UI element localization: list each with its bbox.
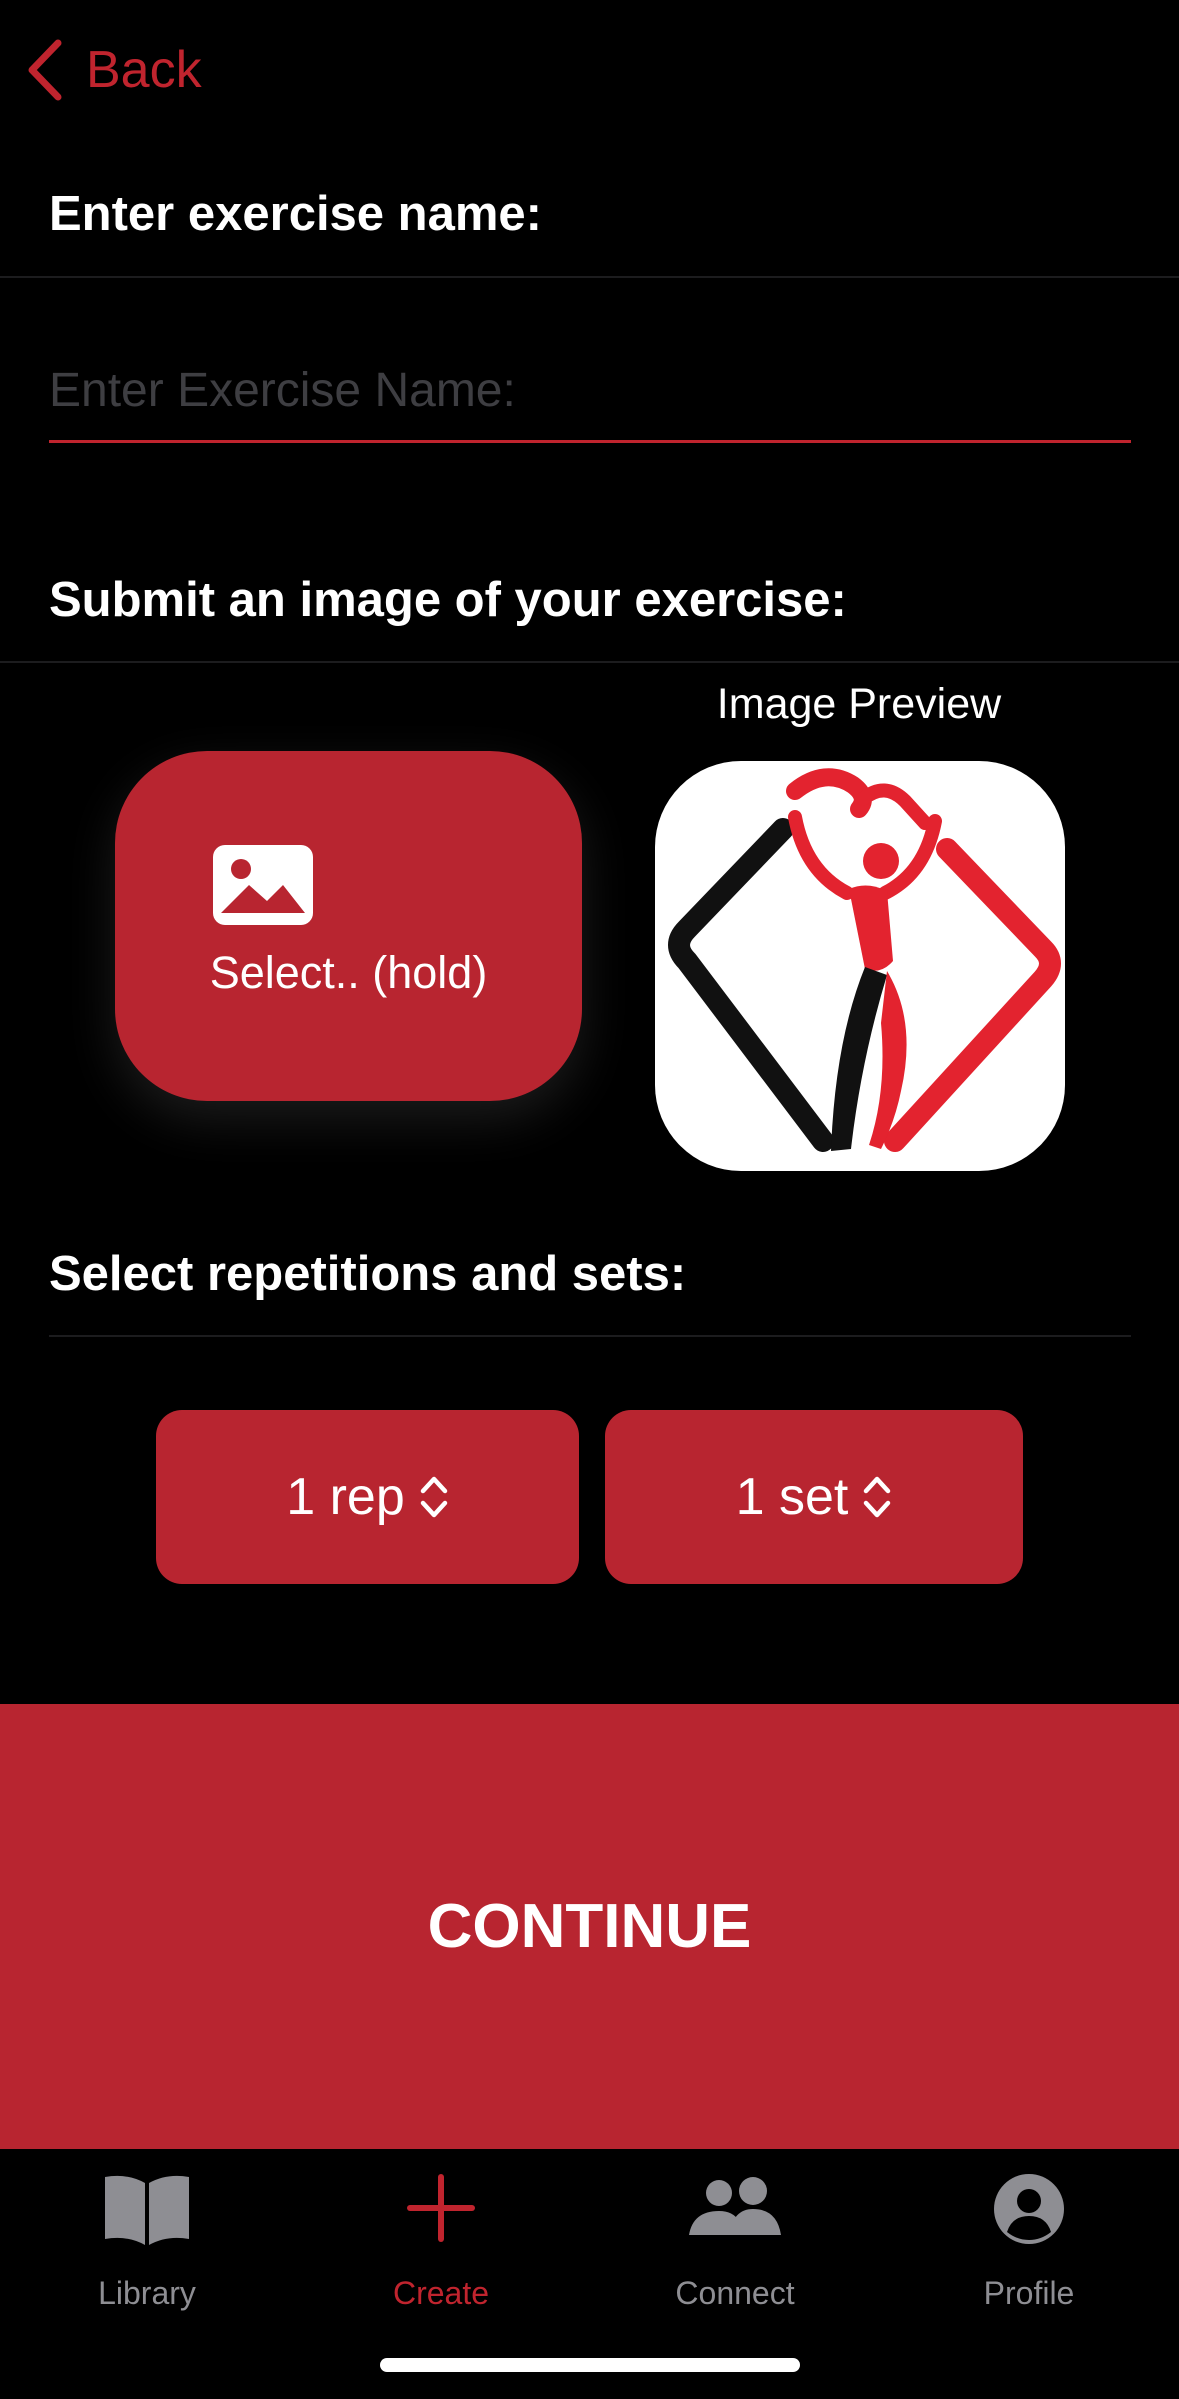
continue-label: CONTINUE [427,1892,752,1961]
tab-profile[interactable]: Profile [882,2169,1176,2311]
back-button[interactable]: Back [24,34,202,106]
tab-label: Library [98,2275,196,2311]
tab-label: Profile [983,2275,1075,2311]
person-circle-icon [994,2174,1064,2244]
divider [0,661,1179,663]
sets-value: 1 set [735,1468,849,1526]
dancer-logo [668,768,1061,1152]
people-icon [689,2177,781,2235]
tab-label: Connect [675,2275,795,2311]
plus-icon [407,2174,475,2242]
image-preview [655,761,1065,1171]
select-image-label: Select.. (hold) [209,947,488,998]
reps-value: 1 rep [286,1468,405,1526]
image-preview-title: Image Preview [716,680,1002,728]
photo-icon [213,845,313,925]
continue-button[interactable]: CONTINUE [0,1704,1179,2149]
sets-picker[interactable]: 1 set [605,1410,1023,1584]
exercise-name-input[interactable] [49,340,1131,443]
reps-sets-heading: Select repetitions and sets: [49,1247,687,1301]
divider [0,276,1179,278]
up-down-chevron-icon [420,1476,448,1518]
up-down-chevron-icon [864,1476,891,1518]
reps-picker[interactable]: 1 rep [156,1410,579,1584]
select-image-button[interactable]: Select.. (hold) [115,751,582,1101]
divider [49,1335,1131,1337]
book-icon [105,2175,189,2245]
exercise-name-heading: Enter exercise name: [49,187,542,241]
tab-connect[interactable]: Connect [588,2169,882,2311]
tab-library[interactable]: Library [0,2169,294,2311]
image-heading: Submit an image of your exercise: [49,573,847,627]
home-indicator [380,2358,800,2372]
back-label: Back [86,41,202,99]
chevron-left-icon [28,39,62,101]
tab-label: Create [392,2275,490,2311]
tab-create[interactable]: Create [294,2169,588,2311]
